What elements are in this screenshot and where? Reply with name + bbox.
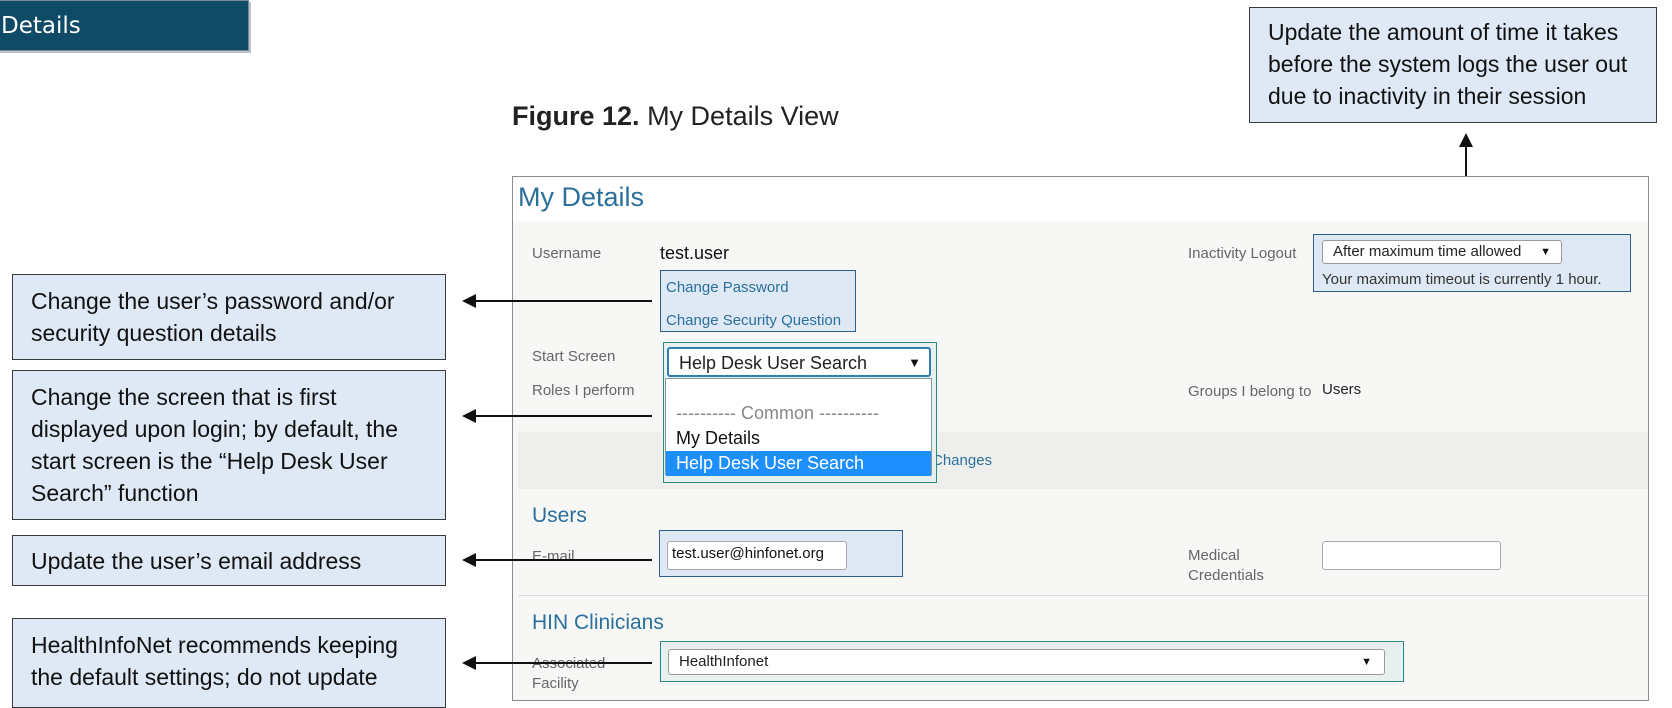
arrow-icon [462,409,476,423]
inactivity-note: Your maximum timeout is currently 1 hour… [1322,271,1602,288]
change-security-question-link[interactable]: Change Security Question [666,312,841,329]
section-divider [518,595,1648,596]
figure-caption: Figure 12. My Details View [512,101,839,132]
users-section-title: Users [532,504,587,527]
inactivity-label: Inactivity Logout [1188,245,1297,262]
panel-title-bar [513,177,1648,221]
inactivity-select[interactable]: After maximum time allowed ▼ [1322,240,1562,264]
save-changes-link[interactable]: Changes [932,452,992,469]
arrow-line [476,662,652,664]
clinicians-section-title: HIN Clinicians [532,611,664,634]
medical-credentials-input[interactable] [1322,541,1501,570]
callout-facility: HealthInfoNet recommends keeping the def… [12,618,446,708]
callout-inactivity: Update the amount of time it takes befor… [1249,7,1657,123]
facility-label: Associated Facility [532,655,605,692]
page-header-tab: Details [0,0,249,51]
callout-email: Update the user’s email address [12,535,446,586]
change-password-link[interactable]: Change Password [666,279,789,296]
arrow-icon [1459,133,1473,147]
username-label: Username [532,245,602,262]
start-screen-options: ---------- Common ---------- My Details … [665,378,932,476]
option-help-desk-user-search[interactable]: Help Desk User Search [666,451,931,476]
arrow-line [476,415,652,417]
start-screen-select-value: Help Desk User Search [679,353,868,373]
email-label: E-mail [532,548,575,565]
option-my-details[interactable]: My Details [666,426,931,451]
figure-title: My Details View [647,101,839,131]
callout-password: Change the user’s password and/or securi… [12,274,446,360]
start-screen-select[interactable]: Help Desk User Search ▼ [667,347,931,377]
arrow-line [476,300,652,302]
medical-credentials-label: Medical Credentials [1188,547,1264,584]
groups-label: Groups I belong to [1188,383,1312,400]
facility-select[interactable]: HealthInfonet ▼ [668,649,1385,675]
chevron-down-icon: ▼ [1540,246,1551,258]
chevron-down-icon: ▼ [1361,656,1372,668]
arrow-icon [462,294,476,308]
panel-title: My Details [518,182,645,212]
start-screen-label: Start Screen [532,348,616,365]
inactivity-select-value: After maximum time allowed [1333,243,1522,260]
chevron-down-icon: ▼ [908,355,921,370]
roles-label: Roles I perform [532,382,635,399]
email-input-value: test.user@hinfonet.org [672,545,824,562]
figure-label: Figure 12. [512,101,640,131]
groups-value: Users [1322,381,1362,398]
username-value: test.user [660,243,730,263]
callout-start-screen: Change the screen that is first displaye… [12,370,446,520]
email-input[interactable]: test.user@hinfonet.org [667,541,847,570]
facility-select-value: HealthInfonet [679,653,769,670]
arrow-icon [462,553,476,567]
arrow-icon [462,656,476,670]
option-group-header: ---------- Common ---------- [676,403,879,423]
arrow-line [476,559,652,561]
